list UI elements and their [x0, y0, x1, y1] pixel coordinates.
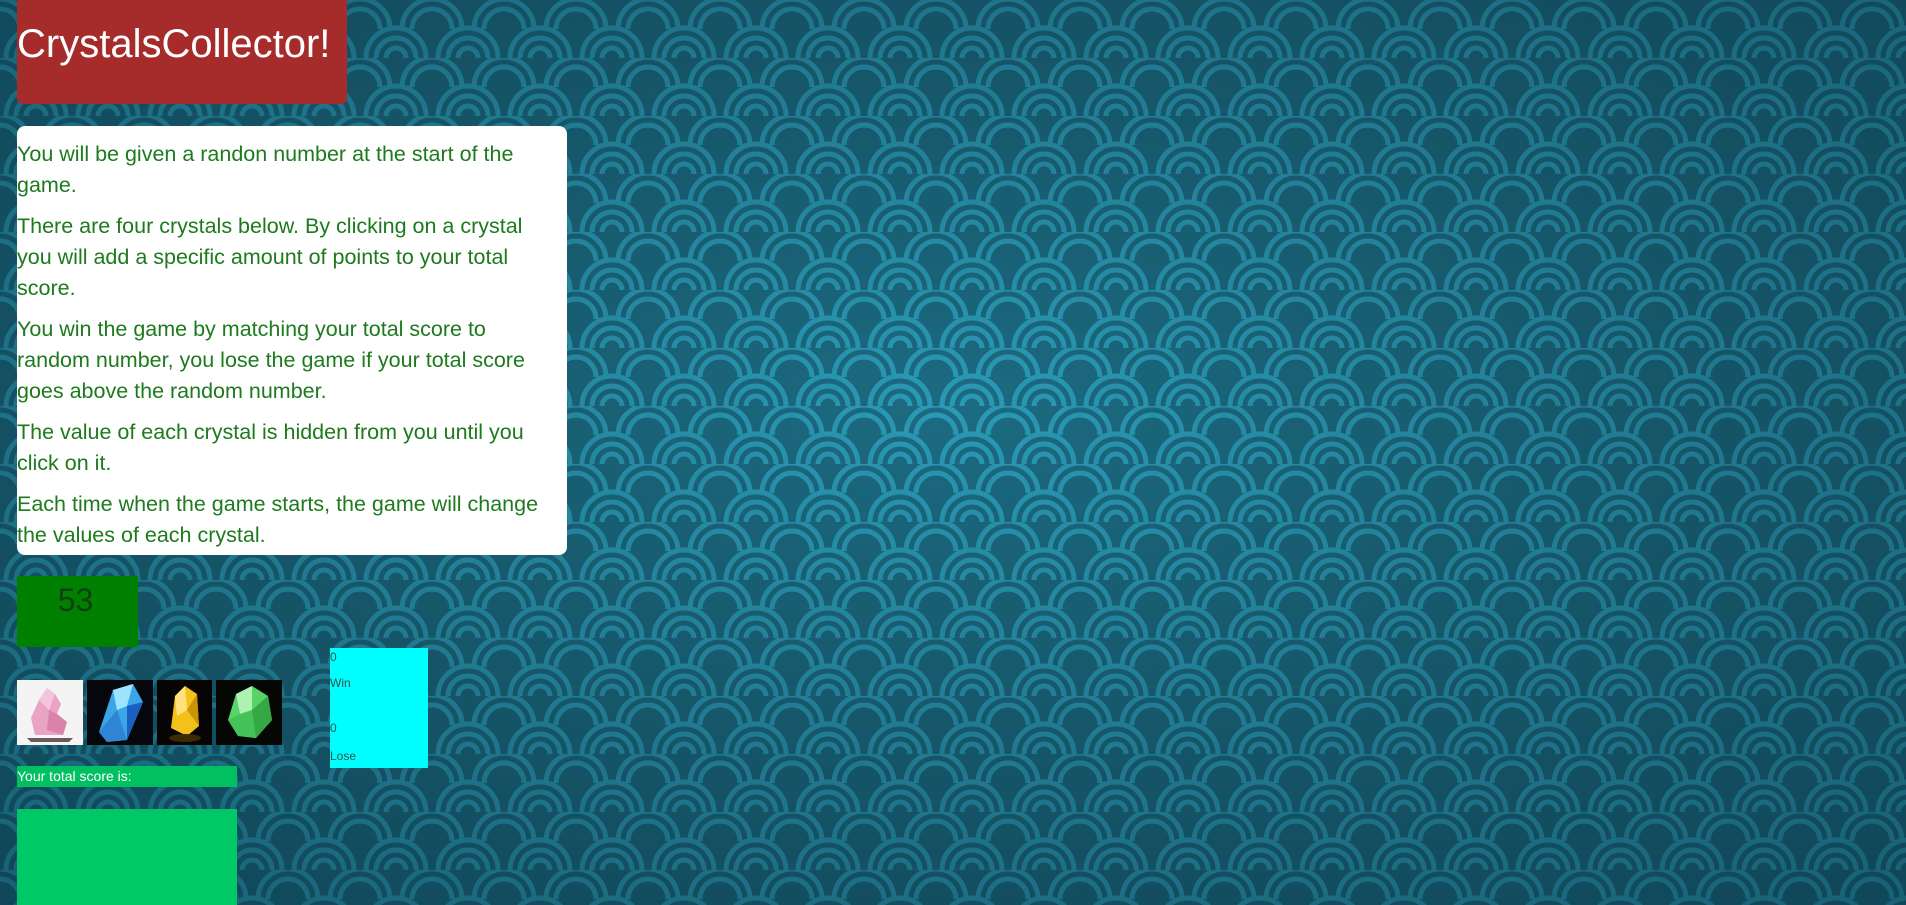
random-number-box: 53: [17, 576, 138, 647]
crystal-button-blue[interactable]: [87, 680, 153, 745]
instruction-paragraph: You will be given a randon number at the…: [17, 142, 514, 197]
total-score-label: Your total score is:: [17, 766, 237, 787]
title-banner: CrystalsCollector!: [17, 0, 347, 104]
instructions-panel: You will be given a randon number at the…: [17, 126, 567, 555]
wins-label: Win: [330, 676, 351, 690]
green-crystal-icon: [216, 680, 282, 745]
win-lose-panel: 0 Win 0 Lose: [330, 648, 428, 768]
yellow-crystal-icon: [157, 680, 212, 745]
random-number: 53: [57, 582, 94, 618]
crystal-button-pink[interactable]: [17, 680, 83, 745]
crystal-button-green[interactable]: [216, 680, 282, 745]
blue-crystal-icon: [87, 680, 153, 745]
game-title: CrystalsCollector!: [17, 22, 331, 66]
crystal-button-yellow[interactable]: [157, 680, 212, 745]
wins-count: 0: [330, 650, 337, 664]
losses-count: 0: [330, 721, 337, 735]
instruction-paragraph: Each time when the game starts, the game…: [17, 492, 539, 547]
pink-crystal-icon: [17, 680, 83, 745]
instruction-paragraph: The value of each crystal is hidden from…: [17, 420, 524, 475]
total-score-box: [17, 809, 237, 905]
instruction-paragraph: You win the game by matching your total …: [17, 317, 525, 403]
instruction-paragraph: There are four crystals below. By clicki…: [17, 214, 523, 300]
losses-label: Lose: [330, 749, 357, 763]
